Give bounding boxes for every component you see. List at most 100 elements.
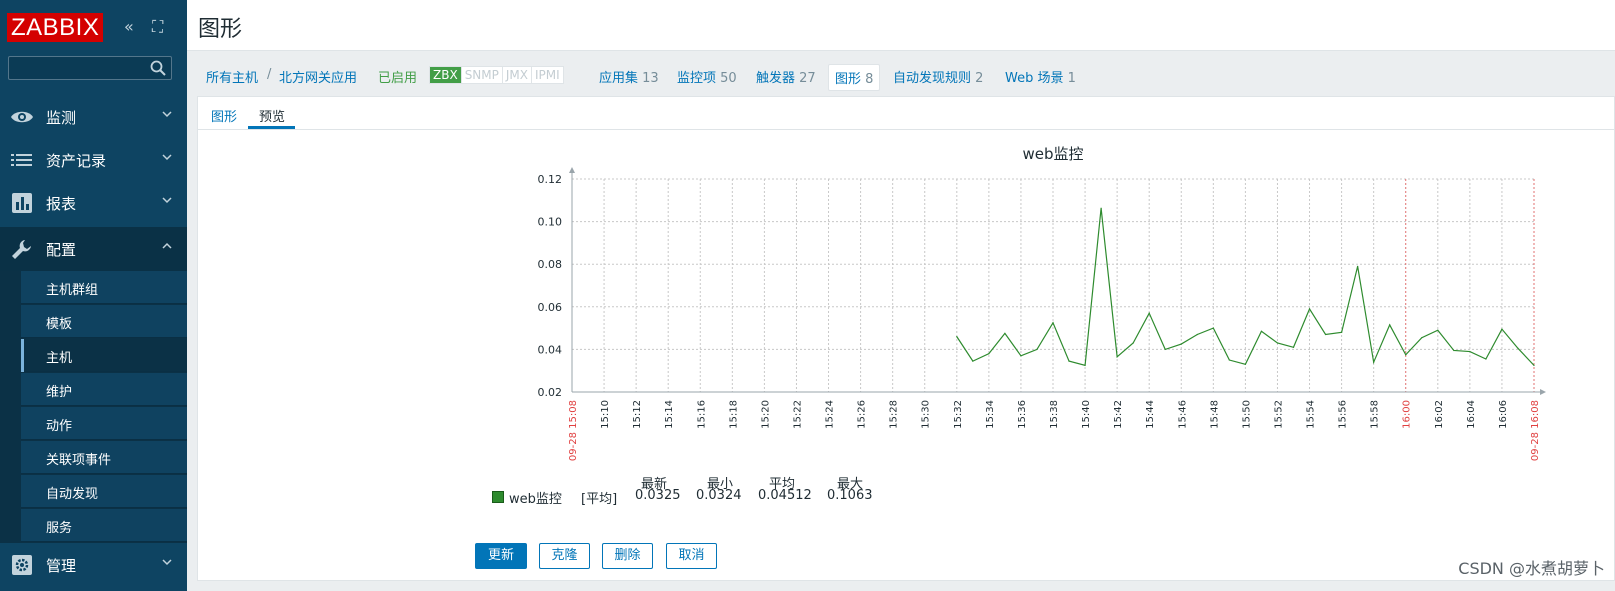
data-point	[1100, 207, 1102, 209]
data-point	[1533, 364, 1535, 366]
submenu-discovery[interactable]: 自动发现	[21, 475, 187, 508]
chevron-down-icon	[162, 111, 172, 118]
data-point	[1164, 348, 1166, 350]
data-point	[1180, 343, 1182, 345]
chevron-down-icon	[162, 197, 172, 204]
chart-title: web监控	[1022, 145, 1083, 163]
y-tick-label: 0.12	[538, 173, 563, 186]
list-icon	[11, 154, 32, 166]
data-point	[1212, 327, 1214, 329]
data-point	[1292, 346, 1295, 348]
x-tick-label: 15:24	[825, 400, 836, 429]
link-triggers[interactable]: 触发器 27	[756, 67, 816, 86]
submenu-maintenance[interactable]: 维护	[21, 373, 187, 406]
menu-monitoring[interactable]: 监测	[0, 95, 187, 139]
link-items-count: 50	[720, 71, 737, 86]
data-point	[1324, 333, 1327, 336]
cancel-button[interactable]: 取消	[666, 543, 717, 569]
link-applications-label: 应用集	[599, 71, 639, 86]
link-discovery-rules-count: 2	[975, 71, 984, 86]
submenu-services[interactable]: 服务	[21, 509, 187, 542]
breadcrumb-host[interactable]: 北方网关应用	[279, 67, 357, 86]
link-items-label: 监控项	[677, 71, 717, 86]
csdn-watermark: CSDN @水煮胡萝卜	[1458, 559, 1605, 578]
x-tick-label: 16:06	[1498, 400, 1509, 429]
data-point	[1341, 331, 1343, 333]
menu-reports[interactable]: 报表	[0, 181, 187, 225]
legend-value-last: 0.0325	[635, 488, 681, 503]
eye-icon	[11, 111, 33, 123]
x-tick-label: 16:04	[1466, 400, 1477, 429]
link-graphs-count: 8	[865, 72, 874, 87]
submenu-event-correlation-label: 关联项事件	[46, 453, 112, 468]
x-tick-label: 15:58	[1370, 400, 1381, 429]
y-tick-label: 0.04	[538, 343, 563, 356]
breadcrumb-all-hosts[interactable]: 所有主机	[206, 67, 258, 86]
menu-configuration[interactable]: 配置	[0, 227, 187, 271]
page-title: 图形	[198, 17, 243, 42]
graph-form-panel: 图形 预览 web监控 0.12 0.10 0.08 0.06 0.04 0.02 09-28…	[197, 96, 1615, 581]
data-point	[1485, 358, 1487, 360]
sidebar-search-input[interactable]	[8, 56, 172, 80]
legend-value-min: 0.0324	[696, 488, 742, 503]
x-tick-label: 15:18	[728, 400, 739, 429]
x-tick-label: 15:48	[1209, 400, 1220, 429]
active-tab-indicator	[248, 126, 295, 129]
graph-preview-chart: web监控 0.12 0.10 0.08 0.06 0.04 0.02 09-28 15:08…	[538, 145, 1546, 461]
link-web-scenarios-count: 1	[1067, 71, 1076, 86]
x-tick-label: 15:52	[1273, 400, 1284, 429]
submenu-maintenance-label: 维护	[46, 385, 73, 400]
submenu-templates[interactable]: 模板	[21, 305, 187, 338]
link-items[interactable]: 监控项 50	[677, 67, 737, 86]
submenu-host-groups[interactable]: 主机群组	[21, 271, 187, 304]
link-discovery-rules[interactable]: 自动发现规则 2	[893, 67, 983, 86]
submenu-actions[interactable]: 动作	[21, 407, 187, 440]
x-tick-label: 15:46	[1177, 400, 1188, 429]
tab-preview[interactable]: 预览	[259, 106, 285, 125]
x-tick-label: 15:50	[1241, 400, 1252, 429]
data-point	[1052, 322, 1054, 324]
collapse-sidebar-icon[interactable]: «	[124, 17, 134, 37]
link-graphs[interactable]: 图形 8	[828, 64, 881, 91]
data-point	[1196, 333, 1198, 336]
data-point	[1421, 337, 1423, 339]
data-point	[1469, 350, 1471, 353]
x-tick-label: 16:02	[1434, 400, 1445, 429]
link-triggers-label: 触发器	[756, 71, 796, 86]
page-header: 图形	[187, 0, 1615, 51]
data-point	[1148, 312, 1150, 314]
x-tick-label: 15:32	[953, 400, 964, 429]
y-tick-label: 0.02	[538, 386, 563, 399]
x-tick-label: 15:54	[1306, 400, 1317, 429]
data-point	[1453, 349, 1455, 352]
submenu-hosts[interactable]: 主机	[21, 339, 187, 372]
delete-button[interactable]: 删除	[602, 543, 653, 569]
data-point	[1228, 359, 1230, 361]
submenu-services-label: 服务	[46, 521, 73, 536]
link-web-scenarios[interactable]: Web 场景 1	[1005, 67, 1076, 86]
search-icon[interactable]	[149, 59, 167, 77]
update-button[interactable]: 更新	[475, 543, 527, 569]
link-applications[interactable]: 应用集 13	[599, 67, 659, 86]
submenu-event-correlation[interactable]: 关联项事件	[21, 441, 187, 474]
menu-inventory[interactable]: 资产记录	[0, 138, 187, 182]
x-tick-label: 15:30	[921, 400, 932, 429]
x-tick-label: 15:28	[889, 400, 900, 429]
kiosk-mode-icon[interactable]: ⛶	[152, 17, 163, 37]
zabbix-logo[interactable]: ZABBIX	[7, 13, 104, 42]
y-tick-label: 0.06	[538, 301, 563, 314]
menu-administration[interactable]: 管理	[0, 543, 187, 587]
data-point	[1373, 361, 1375, 363]
gear-icon	[12, 555, 32, 575]
legend-function: [平均]	[581, 492, 618, 507]
data-point	[1276, 342, 1279, 344]
host-status-enabled[interactable]: 已启用	[378, 67, 417, 86]
link-triggers-count: 27	[799, 71, 816, 86]
clone-button[interactable]: 克隆	[539, 543, 590, 569]
menu-monitoring-label: 监测	[46, 109, 77, 127]
x-tick-label: 15:44	[1145, 400, 1156, 429]
tab-graph[interactable]: 图形	[211, 106, 237, 125]
chevron-down-icon	[162, 559, 172, 566]
submenu-hosts-label: 主机	[46, 351, 73, 366]
x-tick-label: 15:20	[760, 400, 771, 429]
